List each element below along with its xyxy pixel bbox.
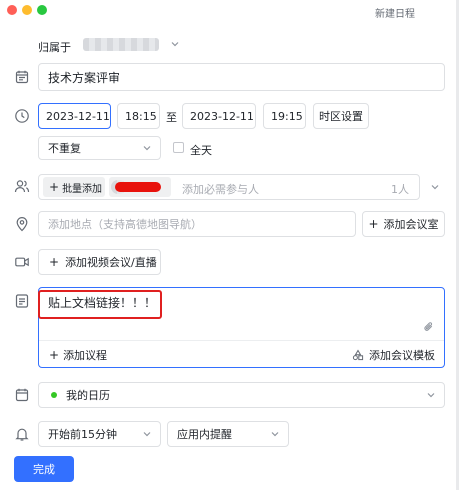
chevron-down-icon <box>426 390 436 400</box>
calendar-select[interactable]: 我的日历 <box>38 382 445 408</box>
start-time-value: 18:15 <box>125 109 157 123</box>
attendee-chip[interactable] <box>109 177 171 197</box>
window-title: 新建日程 <box>375 9 415 20</box>
chevron-down-icon <box>270 429 280 439</box>
start-date-value: 2023-12-11 <box>46 109 110 123</box>
add-video-meeting-label: 添加视频会议/直播 <box>65 256 157 269</box>
done-button-label: 完成 <box>33 463 55 476</box>
end-date-value: 2023-12-11 <box>190 109 254 123</box>
attendees-placeholder: 添加必需参与人 <box>182 183 259 196</box>
all-day-label: 全天 <box>190 144 212 157</box>
add-meeting-template-label: 添加会议模板 <box>369 349 435 362</box>
end-time-field[interactable]: 19:15 <box>263 103 306 129</box>
reminder-time-value: 开始前15分钟 <box>48 428 117 441</box>
time-separator: 至 <box>166 111 177 124</box>
plus-icon: + <box>49 255 60 269</box>
add-meeting-template-button[interactable]: 添加会议模板 <box>352 347 435 363</box>
redaction-scribble <box>115 182 161 192</box>
minimize-window-button[interactable] <box>22 5 32 15</box>
window-titlebar: 新建日程 <box>0 0 459 24</box>
attachment-icon[interactable] <box>423 321 435 333</box>
timezone-settings-label: 时区设置 <box>319 110 363 123</box>
timezone-settings-button[interactable]: 时区设置 <box>313 103 369 129</box>
plus-icon: + <box>368 217 379 231</box>
template-icon <box>352 349 364 361</box>
chevron-down-icon[interactable] <box>430 182 440 192</box>
chevron-down-icon <box>142 429 152 439</box>
document-icon <box>14 293 30 309</box>
calendar-selected-value: 我的日历 <box>66 389 110 402</box>
plus-icon: + <box>49 180 60 194</box>
reminder-method-select[interactable]: 应用内提醒 <box>167 421 289 447</box>
calendar-icon <box>14 387 30 403</box>
add-agenda-label: 添加议程 <box>63 349 108 362</box>
repeat-select[interactable]: 不重复 <box>38 136 161 160</box>
close-window-button[interactable] <box>7 5 17 15</box>
bell-icon <box>14 426 30 442</box>
event-title-input[interactable]: 技术方案评审 <box>38 63 445 91</box>
plus-icon: + <box>49 348 60 362</box>
calendar-color-dot <box>51 392 57 398</box>
reminder-time-select[interactable]: 开始前15分钟 <box>38 421 161 447</box>
all-day-checkbox[interactable] <box>173 142 184 153</box>
calendar-note-icon <box>14 69 30 85</box>
add-meeting-room-button[interactable]: + 添加会议室 <box>362 211 445 237</box>
location-input[interactable]: 添加地点（支持高德地图导航） <box>38 211 356 237</box>
event-title-value: 技术方案评审 <box>48 70 121 85</box>
belongs-owner-redacted[interactable] <box>83 38 159 51</box>
bulk-add-button[interactable]: + 批量添加 <box>43 177 105 197</box>
add-video-meeting-button[interactable]: + 添加视频会议/直播 <box>38 249 161 275</box>
bulk-add-label: 批量添加 <box>62 183 103 195</box>
repeat-selected-value: 不重复 <box>48 142 81 155</box>
start-date-field[interactable]: 2023-12-11 <box>38 103 111 129</box>
location-placeholder: 添加地点（支持高德地图导航） <box>48 218 202 231</box>
people-icon <box>14 178 30 194</box>
reminder-method-value: 应用内提醒 <box>177 428 232 441</box>
chevron-down-icon[interactable] <box>170 39 180 49</box>
attendee-count: 1人 <box>391 183 409 196</box>
annotation-highlight-box <box>38 290 162 319</box>
add-agenda-button[interactable]: + 添加议程 <box>49 347 107 363</box>
clock-icon <box>14 108 30 124</box>
done-button[interactable]: 完成 <box>14 456 74 482</box>
start-time-field[interactable]: 18:15 <box>117 103 160 129</box>
location-pin-icon <box>14 216 30 232</box>
end-time-value: 19:15 <box>271 109 303 123</box>
chevron-down-icon <box>142 143 152 153</box>
description-divider <box>39 340 444 341</box>
end-date-field[interactable]: 2023-12-11 <box>182 103 256 129</box>
add-meeting-room-label: 添加会议室 <box>383 218 439 231</box>
video-camera-icon <box>14 254 30 270</box>
belongs-label: 归属于 <box>38 41 71 54</box>
zoom-window-button[interactable] <box>37 5 47 15</box>
attendees-input[interactable]: + 批量添加 添加必需参与人 1人 <box>38 174 420 200</box>
